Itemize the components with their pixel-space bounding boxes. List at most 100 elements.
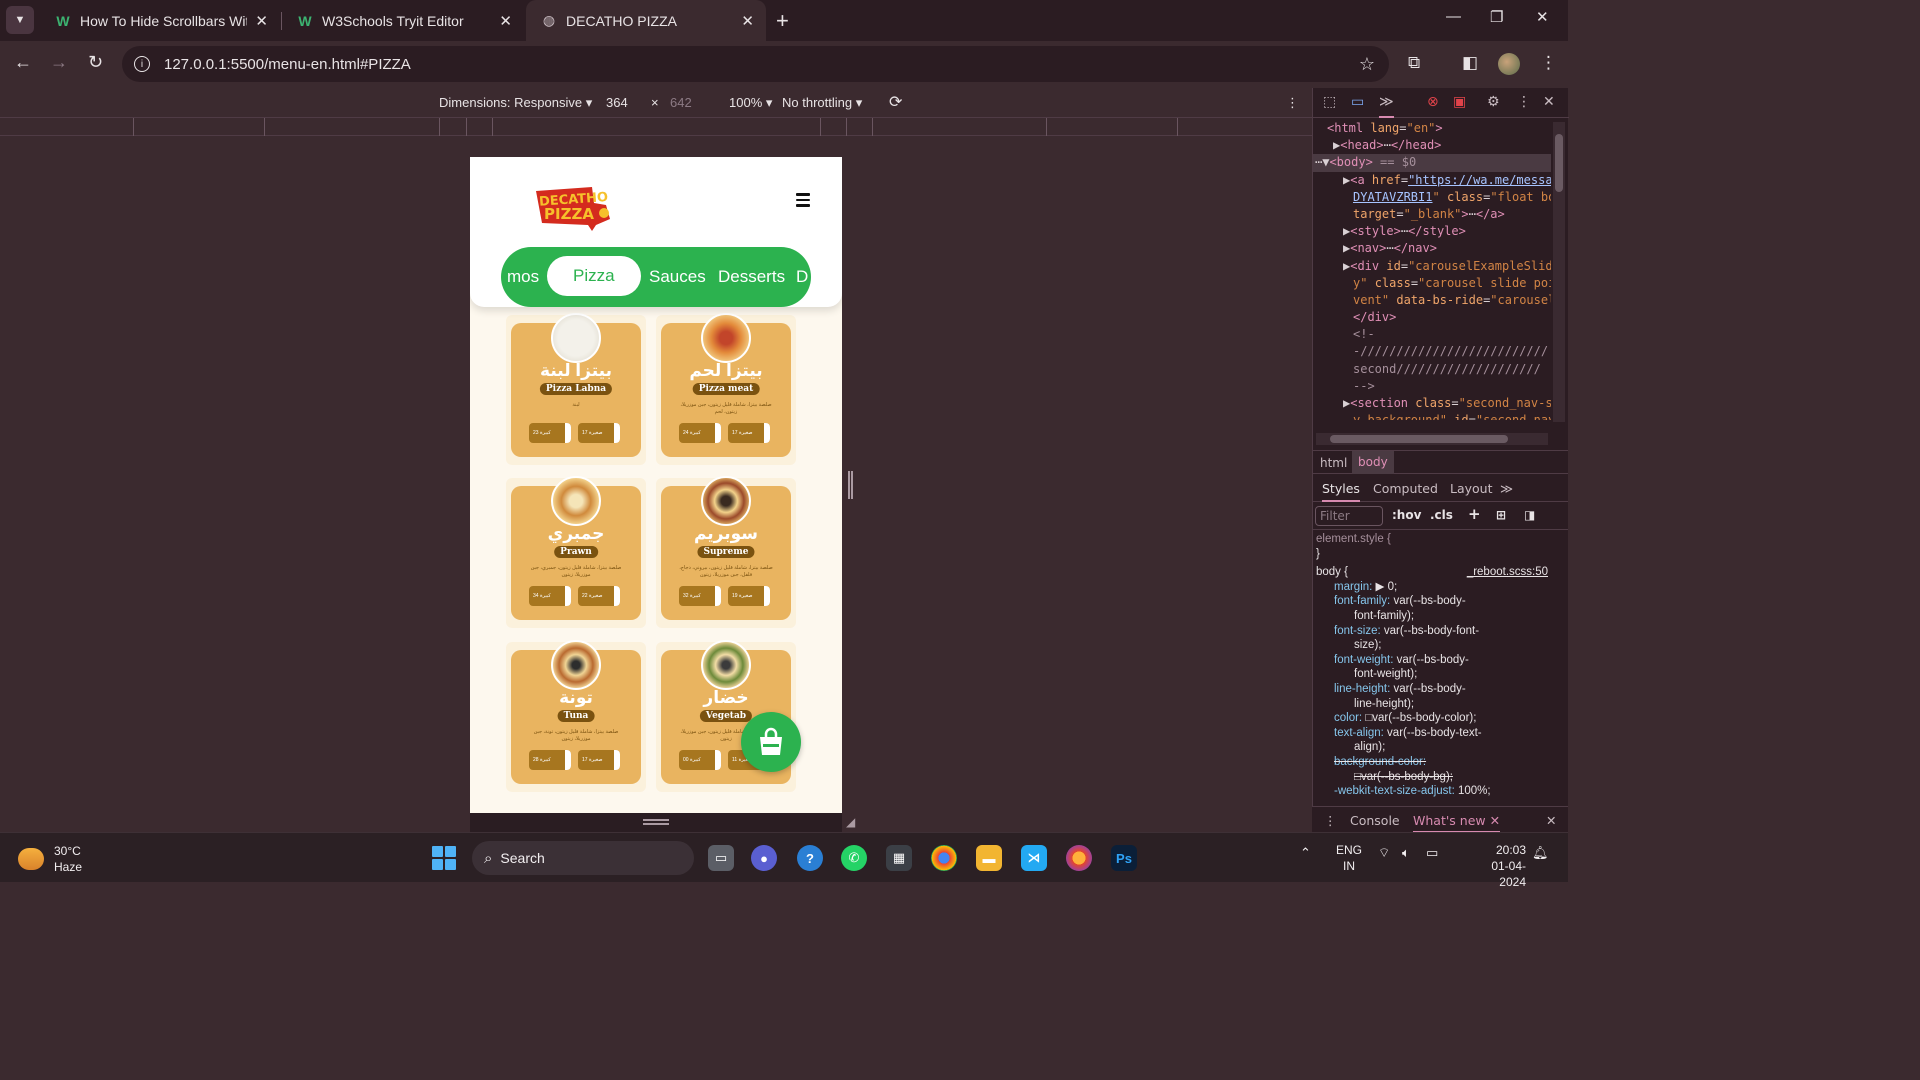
chrome-icon[interactable] bbox=[931, 845, 957, 871]
restore-icon[interactable]: ❐ bbox=[1490, 8, 1503, 26]
menu-item-card[interactable]: سوبريم Supreme صلصة بيتزا، شاملة قليل زي… bbox=[656, 476, 796, 628]
dom-node-line[interactable]: y" class="carousel slide point bbox=[1313, 275, 1551, 292]
tab-styles[interactable]: Styles bbox=[1322, 481, 1360, 502]
tab-search-button[interactable]: ▼ bbox=[6, 6, 34, 34]
avatar[interactable] bbox=[1498, 53, 1520, 75]
css-value[interactable]: var(--bs-body- bbox=[1393, 654, 1469, 666]
url-text[interactable]: 127.0.0.1:5500/menu-en.html#PIZZA bbox=[164, 56, 411, 73]
drawer-menu-icon[interactable]: ⋮ bbox=[1324, 813, 1337, 828]
close-icon[interactable]: ✕ bbox=[255, 12, 268, 30]
dom-scrollbar[interactable] bbox=[1553, 122, 1565, 422]
css-value[interactable]: line-height); bbox=[1354, 698, 1414, 710]
css-declaration[interactable]: text-align: var(--bs-body-text- bbox=[1316, 726, 1552, 741]
hov-toggle[interactable]: :hov bbox=[1392, 508, 1421, 522]
dom-node-line[interactable]: ⋯▼<body> == $0 bbox=[1313, 154, 1551, 172]
devtools-menu-icon[interactable]: ⋮ bbox=[1517, 94, 1531, 110]
dom-node-line[interactable]: target="_blank">⋯</a> bbox=[1313, 206, 1551, 223]
css-declaration[interactable]: align); bbox=[1316, 740, 1552, 755]
styles-pane[interactable]: element.style { } body { _reboot.scss:50… bbox=[1312, 530, 1552, 805]
category-tab-desserts[interactable]: Desserts bbox=[718, 267, 785, 287]
close-icon[interactable]: ✕ bbox=[741, 12, 754, 30]
forward-icon[interactable]: → bbox=[50, 52, 68, 73]
new-rule-icon[interactable]: + bbox=[1468, 505, 1481, 523]
battery-icon[interactable]: ▭ bbox=[1426, 845, 1438, 861]
cls-toggle[interactable]: .cls bbox=[1430, 508, 1453, 522]
css-value[interactable]: font-weight); bbox=[1354, 668, 1417, 680]
photoshop-icon[interactable]: Ps bbox=[1111, 845, 1137, 871]
menu-kebab-icon[interactable]: ⋮ bbox=[1540, 53, 1557, 73]
minimize-icon[interactable]: — bbox=[1446, 8, 1461, 25]
styles-filter-input[interactable]: Filter bbox=[1315, 506, 1383, 526]
wifi-icon[interactable]: ⌔ bbox=[1378, 845, 1390, 861]
inspect-element-icon[interactable]: ⬚ bbox=[1323, 94, 1336, 110]
css-property[interactable]: color: bbox=[1334, 712, 1362, 724]
rule-source-link[interactable]: _reboot.scss:50 bbox=[1467, 565, 1548, 580]
css-value[interactable]: var(--bs-body- bbox=[1390, 595, 1465, 607]
toggle-sidebar-icon[interactable]: ◨ bbox=[1524, 508, 1535, 522]
file-explorer-icon[interactable]: ▬ bbox=[976, 845, 1002, 871]
weather-widget[interactable]: 30°C Haze bbox=[18, 843, 82, 875]
css-value[interactable]: ▶ 0; bbox=[1372, 581, 1398, 593]
css-value[interactable]: align); bbox=[1354, 741, 1385, 753]
cart-button[interactable] bbox=[741, 712, 801, 772]
css-property[interactable]: background-color: bbox=[1334, 756, 1426, 768]
css-property[interactable]: font-family: bbox=[1334, 595, 1390, 607]
tab-computed[interactable]: Computed bbox=[1373, 481, 1438, 496]
language-indicator[interactable]: ENG IN bbox=[1336, 842, 1362, 874]
dom-node-line[interactable]: y-background" id="second_nav-s bbox=[1313, 412, 1551, 420]
css-property[interactable]: margin: bbox=[1334, 581, 1372, 593]
resize-corner-icon[interactable]: ◢ bbox=[846, 815, 855, 829]
new-tab-icon[interactable]: + bbox=[776, 8, 789, 34]
more-tabs-icon[interactable]: ≫ bbox=[1379, 94, 1394, 118]
site-info-icon[interactable]: i bbox=[134, 56, 150, 72]
dom-horizontal-scrollbar[interactable] bbox=[1316, 433, 1548, 445]
tab-layout[interactable]: Layout bbox=[1450, 481, 1493, 496]
dom-node-line[interactable]: ▶<style>⋯</style> bbox=[1313, 223, 1551, 240]
window-close-icon[interactable]: ✕ bbox=[1536, 8, 1549, 26]
extensions-icon[interactable]: ⧉ bbox=[1408, 53, 1420, 73]
css-value[interactable]: var(--bs-body-text- bbox=[1384, 727, 1482, 739]
width-input[interactable]: 364 bbox=[606, 95, 628, 110]
clock[interactable]: 20:03 01-04-2024 bbox=[1486, 842, 1526, 890]
css-property[interactable]: line-height: bbox=[1334, 683, 1390, 695]
drawer-close-icon[interactable]: ✕ bbox=[1546, 813, 1556, 828]
dom-node-line[interactable]: ▶<div id="carouselExampleSlides bbox=[1313, 258, 1551, 275]
dom-node-line[interactable]: ▶<a href="https://wa.me/message bbox=[1313, 172, 1551, 189]
drawer-tab-console[interactable]: Console bbox=[1350, 813, 1400, 828]
css-property[interactable]: font-size: bbox=[1334, 625, 1381, 637]
close-icon[interactable]: ✕ bbox=[499, 12, 512, 30]
zoom-dropdown[interactable]: 100% ▾ bbox=[729, 95, 772, 111]
media-query-ruler[interactable] bbox=[0, 118, 1312, 136]
more-options-icon[interactable]: ⋮ bbox=[1286, 95, 1299, 111]
drawer-tab-whats-new[interactable]: What's new ✕ bbox=[1413, 813, 1501, 833]
dimensions-dropdown[interactable]: Dimensions: Responsive ▾ bbox=[439, 95, 592, 111]
css-value[interactable]: var(--bs-body- bbox=[1390, 683, 1465, 695]
element-style-selector[interactable]: element.style { bbox=[1316, 532, 1552, 547]
height-input[interactable]: 642 bbox=[670, 95, 692, 110]
address-bar[interactable]: i 127.0.0.1:5500/menu-en.html#PIZZA ☆ bbox=[122, 46, 1389, 82]
device-toggle-icon[interactable]: ▭ bbox=[1351, 94, 1364, 110]
breadcrumb-body[interactable]: body bbox=[1352, 451, 1394, 474]
dom-node-line[interactable]: ▶<section class="second_nav-s s bbox=[1313, 395, 1551, 412]
volume-icon[interactable]: 🔈︎ bbox=[1402, 845, 1410, 861]
vscode-icon[interactable]: ⋊ bbox=[1021, 845, 1047, 871]
css-declaration[interactable]: font-family: var(--bs-body- bbox=[1316, 594, 1552, 609]
category-tab[interactable]: mos bbox=[507, 267, 539, 287]
menu-item-card[interactable]: جمبري Prawn صلصة بيتزا، شاملة قليل زيتون… bbox=[506, 476, 646, 628]
more-tabs-icon[interactable]: ≫ bbox=[1500, 481, 1513, 496]
css-declaration[interactable]: font-family); bbox=[1316, 609, 1552, 624]
dom-node-line[interactable]: </div> bbox=[1313, 309, 1551, 326]
tab-decatho-pizza[interactable]: ◍ DECATHO PIZZA ✕ bbox=[526, 0, 766, 41]
dom-node-line[interactable]: ▶<head>⋯</head> bbox=[1313, 137, 1551, 154]
dom-node-line[interactable]: -////////////////////////// bbox=[1313, 343, 1551, 360]
css-property[interactable]: -webkit-text-size-adjust: bbox=[1334, 785, 1455, 797]
css-declaration[interactable]: font-size: var(--bs-body-font- bbox=[1316, 624, 1552, 639]
dom-node-line[interactable]: <!- bbox=[1313, 326, 1551, 343]
whatsapp-icon[interactable]: ✆ bbox=[841, 845, 867, 871]
css-value[interactable]: 100%; bbox=[1455, 785, 1491, 797]
tab-hide-scrollbars[interactable]: W How To Hide Scrollbars With CS ✕ bbox=[40, 0, 280, 41]
category-tab-sauces[interactable]: Sauces bbox=[649, 267, 706, 287]
side-panel-icon[interactable]: ◧ bbox=[1462, 53, 1478, 73]
bookmark-star-icon[interactable]: ☆ bbox=[1359, 54, 1375, 75]
css-declaration[interactable]: □var(--bs-body-bg); bbox=[1316, 770, 1552, 785]
